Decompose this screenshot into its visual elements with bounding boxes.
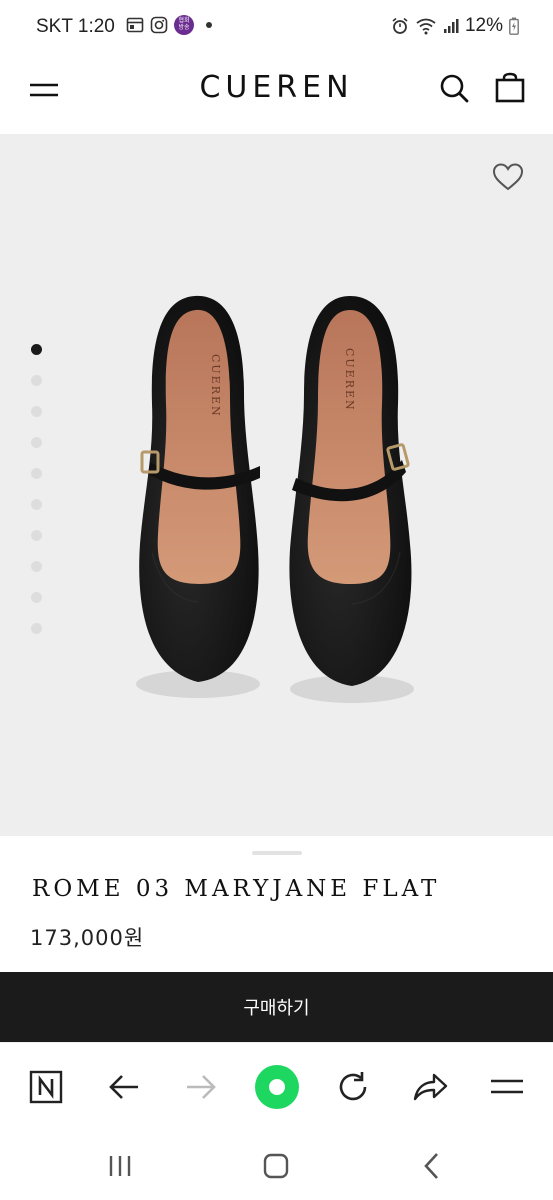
green-home-icon[interactable] (254, 1064, 300, 1110)
product-photo-maryjane-flats: CUEREN CUEREN (136, 295, 414, 703)
wifi-icon (416, 18, 436, 35)
n-logo-icon[interactable] (26, 1067, 66, 1107)
forward-arrow-icon[interactable] (181, 1067, 221, 1107)
carousel-dot[interactable] (31, 375, 42, 386)
carousel-dot[interactable] (31, 468, 42, 479)
status-system-icons: 12% (391, 15, 519, 37)
sheet-grabber-handle[interactable] (252, 851, 302, 855)
system-navigation-bar (0, 1134, 553, 1200)
carousel-dot[interactable] (31, 530, 42, 541)
status-bar: SKT 1:20 협회 방송 12% (0, 0, 553, 54)
reload-icon[interactable] (333, 1067, 373, 1107)
share-icon[interactable] (410, 1067, 450, 1107)
search-icon[interactable] (438, 72, 470, 104)
right-insole-logo: CUEREN (343, 348, 356, 412)
left-insole-logo: CUEREN (209, 354, 222, 418)
battery-charging-icon (509, 17, 519, 35)
buy-button[interactable]: 구매하기 (0, 972, 553, 1042)
recent-apps-icon[interactable] (100, 1150, 140, 1182)
carousel-dot[interactable] (31, 592, 42, 603)
signal-icon (443, 19, 459, 33)
product-info-panel: ROME 03 MARYJANE FLAT 173,000원 (0, 836, 553, 972)
product-price: 173,000원 (30, 926, 145, 950)
product-name: ROME 03 MARYJANE FLAT (32, 876, 441, 902)
product-image-carousel[interactable]: CUEREN CUEREN (0, 134, 553, 836)
app-badge-icon: 협회 방송 (174, 15, 194, 35)
battery-percent: 12% (464, 15, 503, 36)
status-time: SKT 1:20 (36, 16, 115, 37)
carousel-pagination (31, 344, 42, 654)
carousel-dot[interactable] (31, 623, 42, 634)
instagram-icon (150, 16, 168, 34)
more-notifications-dot (206, 22, 212, 28)
site-header: CUEREN (0, 54, 553, 134)
shopping-bag-icon[interactable] (494, 72, 526, 104)
status-notification-icons: 협회 방송 (126, 15, 212, 35)
carousel-dot[interactable] (31, 499, 42, 510)
browser-toolbar (0, 1042, 553, 1134)
alarm-icon (392, 17, 408, 34)
menu-icon[interactable] (487, 1067, 527, 1107)
back-arrow-icon[interactable] (104, 1067, 144, 1107)
back-icon[interactable] (412, 1150, 452, 1182)
brand-logo[interactable]: CUEREN (0, 70, 553, 105)
carousel-dot-active[interactable] (31, 344, 42, 355)
carousel-dot[interactable] (31, 437, 42, 448)
carousel-dot[interactable] (31, 561, 42, 572)
carousel-dot[interactable] (31, 406, 42, 417)
calendar-icon (126, 17, 144, 33)
wishlist-heart-icon[interactable] (492, 162, 524, 192)
home-icon[interactable] (256, 1150, 296, 1182)
